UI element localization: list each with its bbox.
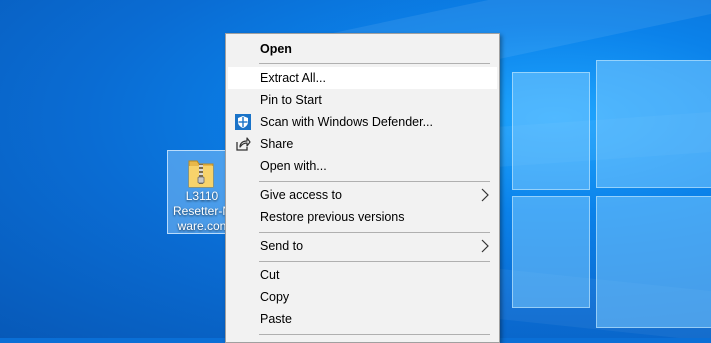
menu-separator [259, 261, 490, 262]
menu-separator [259, 334, 490, 335]
menu-item-extract-all[interactable]: Extract All... [228, 67, 497, 89]
menu-separator [259, 181, 490, 182]
windows-logo-pane [596, 196, 711, 328]
menu-item-label: Send to [260, 239, 304, 253]
menu-item-scan-defender[interactable]: Scan with Windows Defender... [228, 111, 497, 133]
menu-item-paste[interactable]: Paste [228, 308, 497, 330]
menu-item-copy[interactable]: Copy [228, 286, 497, 308]
menu-item-label: Extract All... [260, 71, 326, 85]
menu-item-label: Paste [260, 312, 292, 326]
menu-item-label: Scan with Windows Defender... [260, 115, 433, 129]
menu-item-label: Copy [260, 290, 290, 304]
zip-folder-icon [188, 160, 214, 188]
menu-item-send-to[interactable]: Send to [228, 235, 497, 257]
share-icon [236, 137, 251, 151]
menu-separator [259, 63, 490, 64]
windows-logo-pane [512, 196, 590, 308]
windows-defender-shield-icon [235, 114, 251, 130]
windows-logo-pane [512, 72, 590, 190]
menu-item-label: Share [260, 137, 294, 151]
menu-item-give-access-to[interactable]: Give access to [228, 184, 497, 206]
context-menu: Open Extract All... Pin to Start Scan wi… [225, 33, 500, 343]
menu-item-label: Open [260, 42, 292, 56]
menu-item-label: Pin to Start [260, 93, 322, 107]
chevron-right-icon [481, 188, 489, 202]
menu-item-open-with[interactable]: Open with... [228, 155, 497, 177]
menu-separator [259, 232, 490, 233]
menu-item-open[interactable]: Open [228, 38, 497, 60]
chevron-right-icon [481, 239, 489, 253]
menu-item-label: Open with... [260, 159, 327, 173]
menu-item-label: Restore previous versions [260, 210, 405, 224]
menu-item-label: Give access to [260, 188, 342, 202]
menu-item-label: Cut [260, 268, 280, 282]
menu-item-share[interactable]: Share [228, 133, 497, 155]
windows-logo-pane [596, 60, 711, 188]
menu-item-restore-previous-versions[interactable]: Restore previous versions [228, 206, 497, 228]
menu-item-cut[interactable]: Cut [228, 264, 497, 286]
menu-item-pin-to-start[interactable]: Pin to Start [228, 89, 497, 111]
